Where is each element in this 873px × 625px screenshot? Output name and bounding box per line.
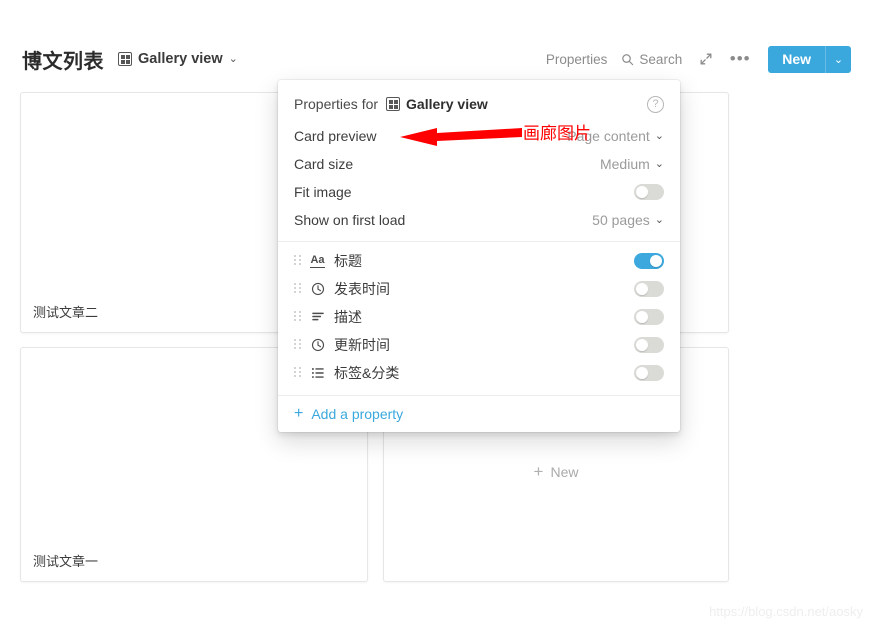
property-label: 描述 xyxy=(334,309,362,325)
drag-handle-icon[interactable] xyxy=(294,255,301,267)
clock-icon xyxy=(310,338,325,353)
gallery-new-card-inner: + New xyxy=(534,463,579,480)
text-lines-icon xyxy=(310,310,325,325)
drag-handle-icon[interactable] xyxy=(294,339,301,351)
option-label: Card size xyxy=(294,156,354,172)
gallery-view-icon xyxy=(386,97,401,111)
popup-header: Properties for Gallery view ? xyxy=(278,86,680,122)
search-label: Search xyxy=(639,51,683,67)
search-icon xyxy=(621,53,634,66)
option-value-text: Medium xyxy=(599,156,650,172)
property-row[interactable]: 更新时间 xyxy=(278,331,680,359)
popup-header-prefix: Properties for xyxy=(294,96,379,112)
chevron-down-icon: ⌄ xyxy=(654,213,664,226)
fit-image-toggle[interactable] xyxy=(634,184,664,200)
property-label: 标签&分类 xyxy=(334,365,400,381)
option-row-fit-image[interactable]: Fit image xyxy=(278,178,680,206)
option-value[interactable]: Page content ⌄ xyxy=(567,128,664,144)
property-label: 发表时间 xyxy=(334,281,390,297)
popup-divider xyxy=(278,241,680,242)
header-actions: Properties Search ••• New ⌄ xyxy=(546,45,873,73)
add-property-button[interactable]: + Add a property xyxy=(278,395,680,432)
property-toggle[interactable] xyxy=(634,365,664,381)
property-row[interactable]: 描述 xyxy=(278,303,680,331)
option-label: Card preview xyxy=(294,128,377,144)
app-header: 博文列表 Gallery view ⌄ Properties Search ••… xyxy=(0,35,873,83)
more-horizontal-icon[interactable]: ••• xyxy=(730,49,750,69)
text-aa-icon: Aa xyxy=(310,254,325,268)
drag-handle-icon[interactable] xyxy=(294,367,301,379)
view-selector-label: Gallery view xyxy=(138,51,223,67)
option-row-card-size[interactable]: Card size Medium ⌄ xyxy=(278,150,680,178)
property-toggle[interactable] xyxy=(634,309,664,325)
option-label: Show on first load xyxy=(294,212,406,228)
gallery-card-title: 测试文章二 xyxy=(33,305,99,320)
property-toggle[interactable] xyxy=(634,337,664,353)
option-value xyxy=(634,184,664,200)
view-selector-gallery-view[interactable]: Gallery view ⌄ xyxy=(118,51,238,67)
property-row[interactable]: 标签&分类 xyxy=(278,359,680,387)
property-toggle[interactable] xyxy=(634,253,664,269)
list-icon xyxy=(310,366,325,381)
plus-icon: + xyxy=(533,462,544,481)
new-button[interactable]: New xyxy=(768,45,825,73)
option-value-text: 50 pages xyxy=(592,212,650,228)
option-row-show-on-first-load[interactable]: Show on first load 50 pages ⌄ xyxy=(278,206,680,234)
property-label: 标题 xyxy=(334,253,362,269)
option-row-card-preview[interactable]: Card preview Page content ⌄ xyxy=(278,122,680,150)
properties-popup: Properties for Gallery view ? Card previ… xyxy=(278,80,680,432)
drag-handle-icon[interactable] xyxy=(294,283,301,295)
chevron-down-icon: ⌄ xyxy=(654,157,664,170)
gallery-card-title: 测试文章一 xyxy=(33,554,99,569)
popup-header-view-name: Gallery view xyxy=(406,96,488,112)
add-property-label: Add a property xyxy=(311,406,404,422)
expand-diagonal-icon[interactable] xyxy=(696,49,716,69)
clock-icon xyxy=(310,282,325,297)
new-button-group: New ⌄ xyxy=(768,45,851,73)
search-button[interactable]: Search xyxy=(621,52,682,67)
gallery-new-card-label: New xyxy=(550,463,579,480)
new-button-chevron-down-icon[interactable]: ⌄ xyxy=(825,45,851,73)
chevron-down-icon: ⌄ xyxy=(228,52,238,65)
gallery-view-icon xyxy=(118,52,132,66)
watermark: https://blog.csdn.net/aosky xyxy=(709,604,863,619)
plus-icon: + xyxy=(294,405,304,422)
properties-button[interactable]: Properties xyxy=(546,52,608,67)
drag-handle-icon[interactable] xyxy=(294,311,301,323)
property-row[interactable]: 发表时间 xyxy=(278,275,680,303)
option-value[interactable]: Medium ⌄ xyxy=(600,156,664,172)
property-toggle[interactable] xyxy=(634,281,664,297)
help-circle-icon[interactable]: ? xyxy=(647,95,664,113)
option-value[interactable]: 50 pages ⌄ xyxy=(592,212,664,228)
popup-header-view: Gallery view xyxy=(386,96,488,112)
property-label: 更新时间 xyxy=(334,337,390,353)
option-value-text: Page content xyxy=(567,128,650,144)
page-title: 博文列表 xyxy=(22,50,104,73)
option-label: Fit image xyxy=(294,184,352,200)
chevron-down-icon: ⌄ xyxy=(654,129,664,142)
property-row[interactable]: Aa 标题 xyxy=(278,247,680,275)
